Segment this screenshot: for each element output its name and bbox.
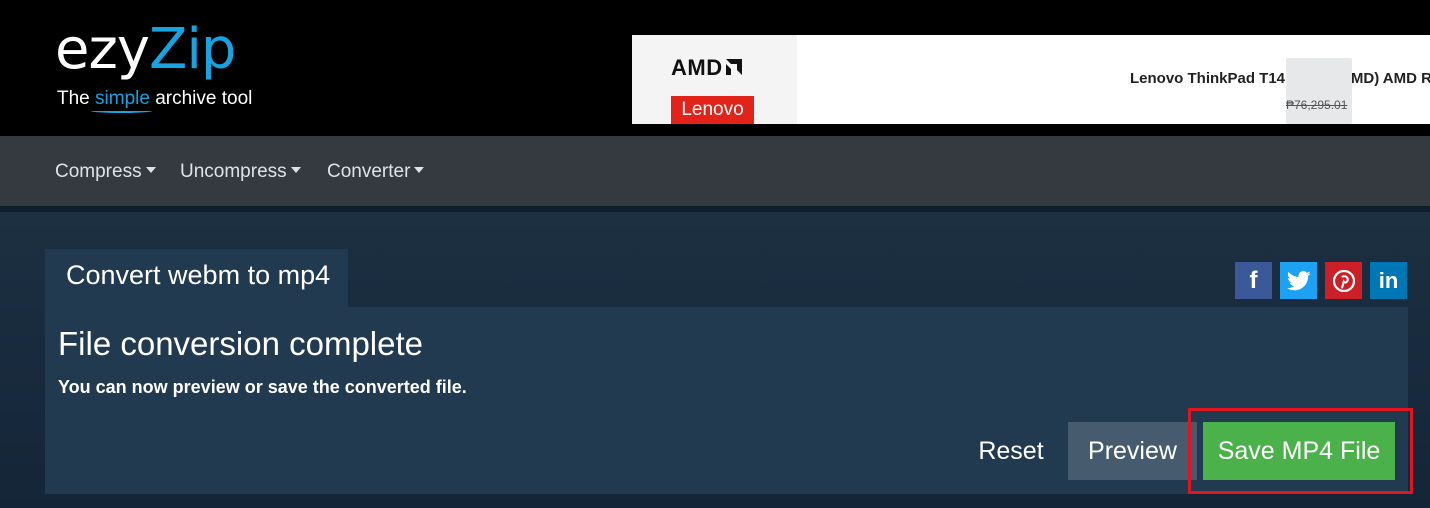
ad-product-price: ₱76,295.01 [1286, 98, 1348, 112]
amd-logo: AMD [671, 55, 743, 81]
facebook-share-button[interactable]: f [1235, 262, 1272, 299]
chevron-down-icon [145, 167, 156, 173]
main-navbar: Compress Uncompress Converter [0, 136, 1430, 206]
ad-brand-panel: AMD Lenovo [632, 35, 797, 124]
page-title: File conversion complete [58, 325, 423, 362]
ad-product-title[interactable]: Lenovo ThinkPad T14 Gen 4 (AMD) AMD R [1130, 70, 1430, 87]
linkedin-icon: in [1378, 267, 1399, 293]
advertisement-banner[interactable]: AMD Lenovo Lenovo ThinkPad T14 Gen 4 (AM… [632, 35, 1430, 124]
tab-convert-webm-to-mp4[interactable]: Convert webm to mp4 [45, 249, 348, 307]
status-message: You can now preview or save the converte… [58, 377, 467, 397]
chevron-down-icon [414, 167, 425, 173]
highlight-box [1188, 408, 1413, 494]
twitter-share-button[interactable] [1280, 262, 1317, 299]
ezyzip-logo[interactable]: ezyZip The simple archive tool [55, 17, 252, 110]
pinterest-icon [1332, 269, 1355, 292]
logo-tagline: The simple archive tool [57, 88, 253, 109]
lenovo-logo: Lenovo [671, 96, 754, 124]
top-header: ezyZip The simple archive tool AMD Lenov… [0, 0, 1430, 136]
tab-label: Convert webm to mp4 [66, 260, 331, 290]
facebook-icon: f [1249, 266, 1258, 294]
pinterest-share-button[interactable] [1325, 262, 1362, 299]
preview-button[interactable]: Preview [1068, 422, 1197, 480]
linkedin-share-button[interactable]: in [1370, 262, 1407, 299]
nav-uncompress[interactable]: Uncompress [180, 161, 301, 183]
nav-compress[interactable]: Compress [55, 161, 156, 183]
twitter-icon [1286, 270, 1311, 290]
chevron-down-icon [290, 167, 301, 173]
nav-converter[interactable]: Converter [327, 161, 425, 183]
reset-button[interactable]: Reset [966, 422, 1056, 480]
ad-product-image [1286, 58, 1352, 124]
logo-wordmark: ezyZip [55, 17, 236, 82]
amd-arrow-icon [725, 59, 742, 75]
